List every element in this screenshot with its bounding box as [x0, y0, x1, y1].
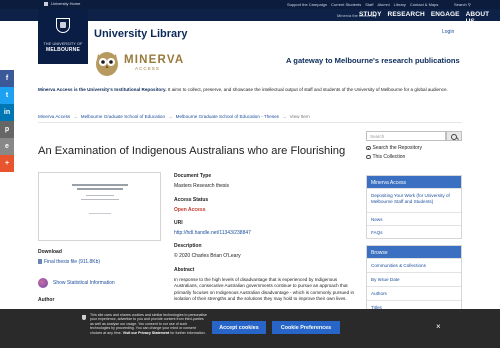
cookie-preferences-button[interactable]: Cookie Preferences [272, 321, 340, 334]
breadcrumb-separator: → [168, 113, 173, 119]
abstract-text: In response to the high levels of disadv… [174, 277, 355, 302]
search-button[interactable] [446, 131, 462, 141]
university-home-link[interactable]: University Home [44, 1, 80, 6]
utility-links: Support the Campaign Current Students St… [287, 2, 438, 7]
item-title: An Examination of Indigenous Australians… [38, 145, 346, 157]
access-status-value: Open Access [174, 207, 206, 213]
login-link[interactable]: Login [442, 29, 454, 35]
breadcrumb: Minerva Access → Melbourne Graduate Scho… [38, 110, 462, 123]
linkedin-share-icon[interactable]: in [0, 104, 14, 121]
panel-heading: Browse [367, 246, 461, 258]
browse-issue-date[interactable]: By Issue Date [367, 272, 461, 286]
panel-link-faqs[interactable]: FAQs [367, 225, 461, 238]
download-file-link[interactable]: Final thesis file (911.8Kb) [38, 259, 100, 265]
utility-link-staff[interactable]: Staff [365, 2, 373, 7]
site-title[interactable]: University Library [94, 28, 188, 40]
doc-type-heading: Document Type [174, 173, 212, 179]
abstract-heading: Abstract [174, 267, 195, 273]
thumb-line [86, 195, 114, 196]
thumb-line [72, 184, 128, 186]
breadcrumb-separator: → [281, 113, 287, 119]
accept-cookies-button[interactable]: Accept cookies [212, 321, 266, 334]
author-heading: Author [38, 297, 55, 303]
utility-link-campaign[interactable]: Support the Campaign [287, 2, 327, 7]
home-icon [44, 1, 48, 6]
download-heading: Download [38, 249, 62, 255]
utility-link-contact[interactable]: Contact & Maps [410, 2, 438, 7]
twitter-share-icon[interactable]: t [0, 87, 14, 104]
browse-communities[interactable]: Communities & Collections [367, 258, 461, 272]
utility-link-current-students[interactable]: Current Students [331, 2, 361, 7]
intro-text: Minerva Access is the University's Insti… [38, 87, 462, 93]
file-icon [38, 259, 42, 265]
show-statistics-link[interactable]: Show Statistical Information [53, 280, 115, 286]
nav-research[interactable]: RESEARCH [388, 11, 425, 25]
radio-this-collection[interactable]: This Collection [366, 154, 405, 160]
cookie-text: This site uses and shares cookies and si… [90, 313, 207, 335]
shield-icon [82, 315, 86, 320]
thesis-thumbnail[interactable] [38, 172, 161, 241]
nav-study[interactable]: STUDY [359, 11, 382, 25]
cookie-banner: This site uses and shares cookies and si… [0, 309, 500, 348]
statistics-icon [38, 278, 48, 288]
radio-selected-icon [366, 145, 371, 151]
thumb-line [81, 199, 119, 200]
close-icon[interactable]: × [436, 322, 441, 331]
panel-heading: Minerva Access [367, 176, 461, 188]
uri-link[interactable]: http://hdl.handle.net/11343/238847 [174, 230, 251, 236]
nav-about-us[interactable]: ABOUT US [466, 11, 500, 25]
print-share-icon[interactable]: p [0, 121, 14, 138]
top-utility-bar: University Home Support the Campaign Cur… [0, 0, 500, 9]
search-input[interactable]: Search [366, 131, 446, 141]
intro-rest: It aims to collect, preserve, and showca… [166, 87, 448, 92]
logo-line2: MELBOURNE [45, 47, 81, 53]
radio-search-repository[interactable]: Search the Repository [366, 145, 422, 151]
radio-unselected-icon [366, 154, 371, 160]
top-search-link[interactable]: Search ⚲ [454, 2, 471, 7]
logo-line1: THE UNIVERSITY OF [43, 42, 83, 46]
minerva-access-panel: Minerva Access Depositing Your Work (for… [366, 175, 462, 239]
thumb-line [77, 188, 123, 190]
owl-icon[interactable] [94, 49, 120, 77]
social-share-bar: f t in p e + [0, 70, 14, 172]
browse-panel: Browse Communities & Collections By Issu… [366, 245, 462, 315]
facebook-share-icon[interactable]: f [0, 70, 14, 87]
utility-link-alumni[interactable]: Alumni [377, 2, 389, 7]
description-heading: Description [174, 243, 202, 249]
main-nav-links: STUDY RESEARCH ENGAGE ABOUT US [359, 11, 500, 25]
panel-link-news[interactable]: News [367, 212, 461, 225]
browse-authors[interactable]: Authors [367, 286, 461, 300]
university-logo[interactable]: THE UNIVERSITY OF MELBOURNE [38, 9, 88, 64]
minerva-logo-title[interactable]: MINERVA [124, 54, 184, 66]
email-share-icon[interactable]: e [0, 138, 14, 155]
panel-link-depositing[interactable]: Depositing Your Work (for University of … [367, 188, 461, 212]
crest-icon [56, 18, 70, 33]
search-icon: ⚲ [467, 1, 471, 7]
breadcrumb-item-school[interactable]: Melbourne Graduate School of Education [81, 114, 165, 119]
uri-heading: URI [174, 220, 183, 226]
utility-link-library[interactable]: Library [394, 2, 406, 7]
privacy-statement-link[interactable]: Visit our Privacy Statement [123, 331, 169, 335]
breadcrumb-separator: → [73, 113, 78, 119]
minerva-logo-sub: ACCESS [135, 66, 160, 71]
breadcrumb-current: View Item [289, 113, 310, 119]
breadcrumb-item-theses[interactable]: Melbourne Graduate School of Education -… [176, 114, 279, 119]
intro-bold: Minerva Access is the University's Insti… [38, 87, 167, 92]
breadcrumb-item-minerva[interactable]: Minerva Access [38, 114, 70, 119]
doc-type-value: Masters Research thesis [174, 183, 230, 189]
thumb-line [89, 213, 111, 214]
more-share-icon[interactable]: + [0, 155, 14, 172]
access-heading: Access Status [174, 197, 209, 203]
nav-engage[interactable]: ENGAGE [431, 11, 460, 25]
tagline: A gateway to Melbourne's research public… [286, 56, 460, 65]
description-value: © 2020 Charles Brian O'Leary [174, 253, 241, 259]
